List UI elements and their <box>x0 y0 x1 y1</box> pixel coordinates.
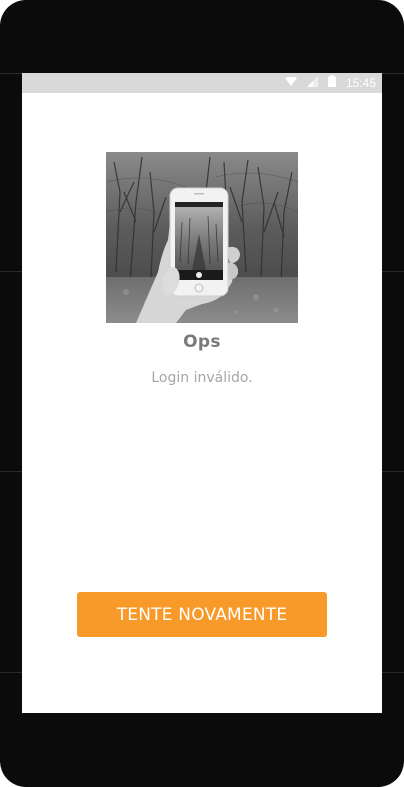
device-frame: 15:45 Ops Login inválido. TENTE NOVAMENT… <box>0 0 404 787</box>
status-time: 15:45 <box>345 76 376 90</box>
frame-divider <box>382 471 404 472</box>
retry-button[interactable]: TENTE NOVAMENTE <box>77 592 327 637</box>
hand-holding-phone-image <box>106 152 298 323</box>
status-icons: 15:45 <box>284 73 376 93</box>
error-message: Login inválido. <box>151 370 253 386</box>
status-bar: 15:45 <box>22 73 382 93</box>
frame-divider <box>0 672 22 673</box>
frame-divider <box>0 271 22 272</box>
frame-divider <box>0 73 22 74</box>
wifi-icon <box>284 74 297 92</box>
battery-icon <box>327 74 336 92</box>
frame-divider <box>382 271 404 272</box>
signal-icon <box>306 74 318 92</box>
error-title: Ops <box>183 332 221 352</box>
frame-divider <box>382 73 404 74</box>
frame-divider <box>382 672 404 673</box>
app-screen: 15:45 Ops Login inválido. TENTE NOVAMENT… <box>22 73 382 713</box>
frame-divider <box>0 471 22 472</box>
